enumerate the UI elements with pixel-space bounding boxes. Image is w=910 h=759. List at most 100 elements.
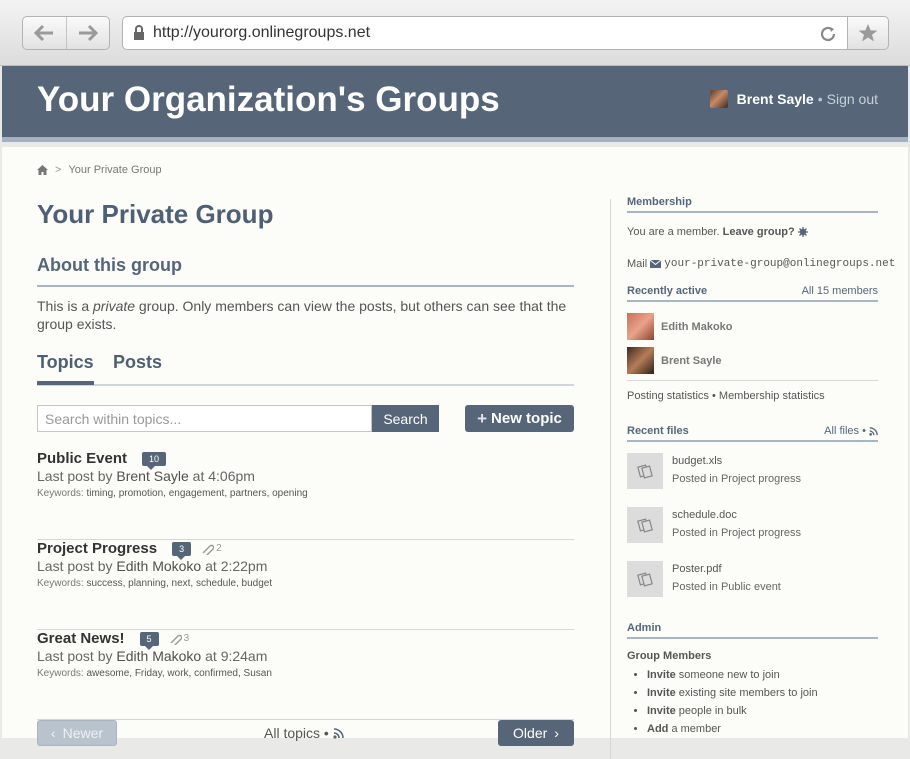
recent-files-heading: Recent files All files • (627, 425, 878, 442)
paperclip-icon (202, 544, 215, 555)
admin-actions: Invite someone new to join Invite existi… (634, 669, 818, 741)
active-member[interactable]: Brent Sayle (627, 347, 722, 374)
older-button[interactable]: Older › (498, 720, 574, 746)
last-post-info: Last post by Brent Sayle at 4:06pm (37, 468, 255, 484)
chevron-left-icon: ‹ (50, 725, 56, 741)
topic-item: Public Event 10 Last post by Brent Sayle… (37, 450, 574, 540)
topic-tabs: Topics Posts (37, 352, 574, 386)
all-files-link[interactable]: All files • (824, 425, 878, 437)
home-icon[interactable] (37, 165, 48, 175)
author-link[interactable]: Brent Sayle (116, 468, 188, 484)
site-header: Your Organization's Groups Brent Sayle •… (2, 66, 908, 142)
membership-heading: Membership (627, 196, 878, 213)
admin-action-invite-bulk[interactable]: Invite people in bulk (647, 705, 818, 717)
posting-statistics-link[interactable]: Posting statistics (627, 390, 709, 402)
statistics-links: Posting statistics • Membership statisti… (627, 390, 825, 402)
file-posted-in: Posted in Project progress (672, 527, 802, 539)
topic-title-link[interactable]: Great News! (37, 630, 125, 647)
last-post-info: Last post by Edith Mokoko at 2:22pm (37, 558, 268, 574)
rss-icon (869, 426, 878, 436)
search-button[interactable]: Search (372, 405, 439, 432)
file-item: Poster.pdf Posted in Public event (627, 561, 878, 601)
post-count-badge: 3 (172, 541, 192, 560)
user-area: Brent Sayle • Sign out (709, 90, 878, 108)
nav-buttons (22, 16, 110, 50)
browser-toolbar: http://yourorg.onlinegroups.net (0, 0, 910, 66)
file-name-link[interactable]: Poster.pdf (672, 563, 722, 575)
author-link[interactable]: Edith Mokoko (116, 558, 201, 574)
separator: • (817, 91, 823, 107)
tab-topics[interactable]: Topics (37, 352, 94, 385)
post-count-badge: 5 (139, 631, 159, 650)
membership-status: You are a member. Leave group? (627, 226, 808, 238)
about-text: This is a private group. Only members ca… (37, 298, 567, 332)
user-name-link[interactable]: Brent Sayle (737, 91, 814, 107)
author-link[interactable]: Edith Makoko (116, 648, 201, 664)
leave-group-link[interactable]: Leave group? (723, 226, 795, 238)
bookmark-button[interactable] (847, 16, 889, 50)
active-member[interactable]: Edith Makoko (627, 313, 733, 340)
file-thumbnail[interactable] (627, 507, 663, 543)
breadcrumb-current[interactable]: Your Private Group (68, 164, 161, 176)
lock-icon (134, 25, 144, 40)
avatar (627, 313, 654, 340)
admin-action-add-member[interactable]: Add a member (647, 723, 818, 735)
topic-title-link[interactable]: Project Progress (37, 540, 157, 557)
file-name-link[interactable]: budget.xls (672, 455, 722, 467)
admin-action-invite-new[interactable]: Invite someone new to join (647, 669, 818, 681)
paperclip-icon (170, 634, 182, 645)
page-content: > Your Private Group Your Private Group … (2, 147, 908, 759)
post-count-badge: 10 (142, 451, 167, 470)
all-topics-link[interactable]: All topics • (264, 725, 344, 741)
topic-keywords: Keywords: timing, promotion, engagement,… (37, 488, 308, 499)
post-time: 4:06pm (208, 468, 255, 484)
site-title[interactable]: Your Organization's Groups (37, 80, 500, 120)
sign-out-link[interactable]: Sign out (827, 91, 878, 107)
search-input[interactable] (37, 405, 372, 432)
back-arrow-icon (34, 24, 54, 42)
all-members-link[interactable]: All 15 members (802, 285, 878, 297)
topic-keywords: Keywords: awesome, Friday, work, confirm… (37, 668, 272, 679)
file-item: schedule.doc Posted in Project progress (627, 507, 878, 547)
membership-statistics-link[interactable]: Membership statistics (719, 390, 825, 402)
post-time: 2:22pm (220, 558, 268, 574)
file-name-link[interactable]: schedule.doc (672, 509, 737, 521)
envelope-icon (650, 260, 662, 268)
mail-address-link[interactable]: your-private-group@onlinegroups.net (664, 258, 895, 270)
recently-active-heading: Recently active All 15 members (627, 285, 878, 302)
newer-button[interactable]: ‹ Newer (37, 720, 117, 746)
breadcrumb: > Your Private Group (37, 164, 162, 176)
topic-item: Project Progress 3 2 Last post by Edith … (37, 540, 574, 630)
file-icon (637, 518, 653, 533)
new-topic-label: New topic (491, 410, 562, 427)
file-item: budget.xls Posted in Project progress (627, 453, 878, 493)
group-members-subheading: Group Members (627, 650, 712, 662)
admin-heading: Admin (627, 622, 878, 639)
avatar (627, 347, 654, 374)
forward-button[interactable] (65, 17, 110, 49)
file-thumbnail[interactable] (627, 453, 663, 489)
rss-icon[interactable] (333, 727, 344, 739)
pagination: ‹ Newer All topics • Older › (37, 720, 574, 750)
avatar[interactable] (709, 90, 728, 108)
file-posted-in: Posted in Project progress (672, 473, 802, 485)
star-icon (858, 24, 878, 42)
reload-icon[interactable] (819, 25, 837, 43)
file-icon (637, 464, 653, 479)
new-topic-button[interactable]: + New topic (465, 405, 574, 432)
back-button[interactable] (23, 17, 66, 49)
file-icon (637, 572, 653, 587)
attachment-indicator: 2 (200, 543, 222, 555)
gear-icon[interactable] (797, 227, 808, 237)
topic-title-link[interactable]: Public Event (37, 450, 127, 467)
divider (627, 380, 878, 381)
address-bar[interactable]: http://yourorg.onlinegroups.net (122, 16, 848, 50)
about-heading: About this group (37, 255, 574, 287)
column-divider (610, 199, 611, 759)
tab-posts[interactable]: Posts (113, 352, 162, 381)
plus-icon: + (477, 408, 488, 428)
last-post-info: Last post by Edith Makoko at 9:24am (37, 648, 268, 664)
chevron-right-icon: › (554, 725, 559, 741)
admin-action-invite-existing[interactable]: Invite existing site members to join (647, 687, 818, 699)
file-thumbnail[interactable] (627, 561, 663, 597)
